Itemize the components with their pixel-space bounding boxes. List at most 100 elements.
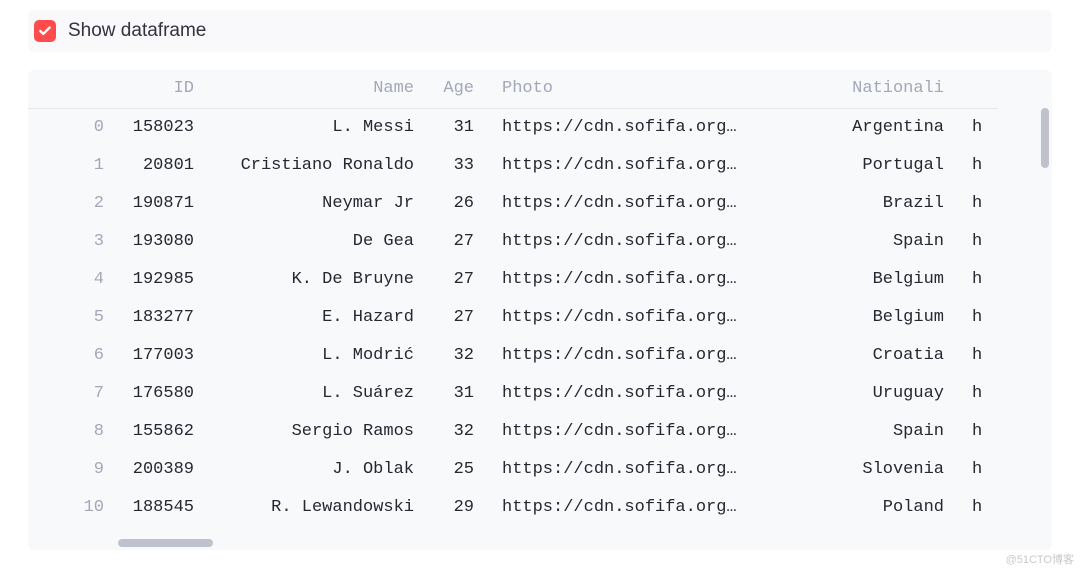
cell-name: E. Hazard <box>208 298 428 336</box>
cell-nationality: Spain <box>788 222 958 260</box>
cell-name: De Gea <box>208 222 428 260</box>
cell-photo: https://cdn.sofifa.org… <box>488 184 788 222</box>
table-row[interactable]: 4192985K. De Bruyne27https://cdn.sofifa.… <box>28 260 998 298</box>
checkbox-label: Show dataframe <box>68 20 206 42</box>
row-index: 0 <box>28 108 118 146</box>
cell-name: L. Messi <box>208 108 428 146</box>
cell-flag: h <box>958 260 998 298</box>
row-index: 6 <box>28 336 118 374</box>
cell-age: 27 <box>428 222 488 260</box>
row-index: 7 <box>28 374 118 412</box>
dataframe-table: ID Name Age Photo Nationali 0158023L. Me… <box>28 70 998 526</box>
cell-name: Neymar Jr <box>208 184 428 222</box>
cell-nationality: Croatia <box>788 336 958 374</box>
cell-photo: https://cdn.sofifa.org… <box>488 298 788 336</box>
table-row[interactable]: 3193080De Gea27https://cdn.sofifa.org…Sp… <box>28 222 998 260</box>
row-index: 5 <box>28 298 118 336</box>
cell-id: 190871 <box>118 184 208 222</box>
cell-flag: h <box>958 184 998 222</box>
cell-nationality: Portugal <box>788 146 958 184</box>
cell-flag: h <box>958 374 998 412</box>
row-index: 10 <box>28 488 118 526</box>
cell-flag: h <box>958 412 998 450</box>
table-row[interactable]: 120801Cristiano Ronaldo33https://cdn.sof… <box>28 146 998 184</box>
header-id[interactable]: ID <box>118 70 208 108</box>
cell-photo: https://cdn.sofifa.org… <box>488 336 788 374</box>
cell-photo: https://cdn.sofifa.org… <box>488 146 788 184</box>
row-index: 2 <box>28 184 118 222</box>
header-photo[interactable]: Photo <box>488 70 788 108</box>
cell-nationality: Spain <box>788 412 958 450</box>
cell-photo: https://cdn.sofifa.org… <box>488 222 788 260</box>
table-row[interactable]: 7176580L. Suárez31https://cdn.sofifa.org… <box>28 374 998 412</box>
table-row[interactable]: 5183277E. Hazard27https://cdn.sofifa.org… <box>28 298 998 336</box>
cell-age: 29 <box>428 488 488 526</box>
row-index: 1 <box>28 146 118 184</box>
cell-nationality: Argentina <box>788 108 958 146</box>
cell-id: 158023 <box>118 108 208 146</box>
cell-name: Cristiano Ronaldo <box>208 146 428 184</box>
cell-photo: https://cdn.sofifa.org… <box>488 450 788 488</box>
cell-name: R. Lewandowski <box>208 488 428 526</box>
cell-age: 32 <box>428 336 488 374</box>
cell-id: 193080 <box>118 222 208 260</box>
table-row[interactable]: 8155862Sergio Ramos32https://cdn.sofifa.… <box>28 412 998 450</box>
row-index: 3 <box>28 222 118 260</box>
cell-id: 20801 <box>118 146 208 184</box>
header-flag[interactable] <box>958 70 998 108</box>
cell-flag: h <box>958 298 998 336</box>
cell-age: 27 <box>428 298 488 336</box>
dataframe-scroll-area[interactable]: ID Name Age Photo Nationali 0158023L. Me… <box>28 70 1052 550</box>
cell-age: 31 <box>428 374 488 412</box>
cell-id: 200389 <box>118 450 208 488</box>
cell-nationality: Slovenia <box>788 450 958 488</box>
table-row[interactable]: 0158023L. Messi31https://cdn.sofifa.org…… <box>28 108 998 146</box>
row-index: 9 <box>28 450 118 488</box>
cell-age: 26 <box>428 184 488 222</box>
header-nationality[interactable]: Nationali <box>788 70 958 108</box>
cell-id: 155862 <box>118 412 208 450</box>
cell-photo: https://cdn.sofifa.org… <box>488 488 788 526</box>
horizontal-scrollbar[interactable] <box>118 539 213 547</box>
cell-id: 192985 <box>118 260 208 298</box>
row-index: 4 <box>28 260 118 298</box>
header-row: ID Name Age Photo Nationali <box>28 70 998 108</box>
cell-id: 188545 <box>118 488 208 526</box>
header-index <box>28 70 118 108</box>
cell-photo: https://cdn.sofifa.org… <box>488 412 788 450</box>
header-age[interactable]: Age <box>428 70 488 108</box>
vertical-scrollbar[interactable] <box>1041 108 1049 168</box>
row-index: 8 <box>28 412 118 450</box>
cell-nationality: Brazil <box>788 184 958 222</box>
cell-id: 177003 <box>118 336 208 374</box>
cell-flag: h <box>958 450 998 488</box>
cell-flag: h <box>958 488 998 526</box>
cell-name: Sergio Ramos <box>208 412 428 450</box>
cell-name: K. De Bruyne <box>208 260 428 298</box>
cell-flag: h <box>958 336 998 374</box>
cell-nationality: Belgium <box>788 298 958 336</box>
table-row[interactable]: 9200389J. Oblak25https://cdn.sofifa.org…… <box>28 450 998 488</box>
checkbox-checked-icon[interactable] <box>34 20 56 42</box>
cell-nationality: Uruguay <box>788 374 958 412</box>
cell-name: L. Suárez <box>208 374 428 412</box>
cell-photo: https://cdn.sofifa.org… <box>488 108 788 146</box>
cell-nationality: Belgium <box>788 260 958 298</box>
dataframe-container: ID Name Age Photo Nationali 0158023L. Me… <box>28 70 1052 550</box>
table-row[interactable]: 10188545R. Lewandowski29https://cdn.sofi… <box>28 488 998 526</box>
cell-age: 31 <box>428 108 488 146</box>
table-row[interactable]: 6177003L. Modrić32https://cdn.sofifa.org… <box>28 336 998 374</box>
header-name[interactable]: Name <box>208 70 428 108</box>
cell-name: L. Modrić <box>208 336 428 374</box>
cell-age: 27 <box>428 260 488 298</box>
cell-name: J. Oblak <box>208 450 428 488</box>
cell-photo: https://cdn.sofifa.org… <box>488 374 788 412</box>
table-row[interactable]: 2190871Neymar Jr26https://cdn.sofifa.org… <box>28 184 998 222</box>
cell-flag: h <box>958 146 998 184</box>
cell-id: 183277 <box>118 298 208 336</box>
cell-id: 176580 <box>118 374 208 412</box>
cell-age: 33 <box>428 146 488 184</box>
show-dataframe-checkbox-row[interactable]: Show dataframe <box>28 10 1052 52</box>
cell-flag: h <box>958 222 998 260</box>
cell-nationality: Poland <box>788 488 958 526</box>
